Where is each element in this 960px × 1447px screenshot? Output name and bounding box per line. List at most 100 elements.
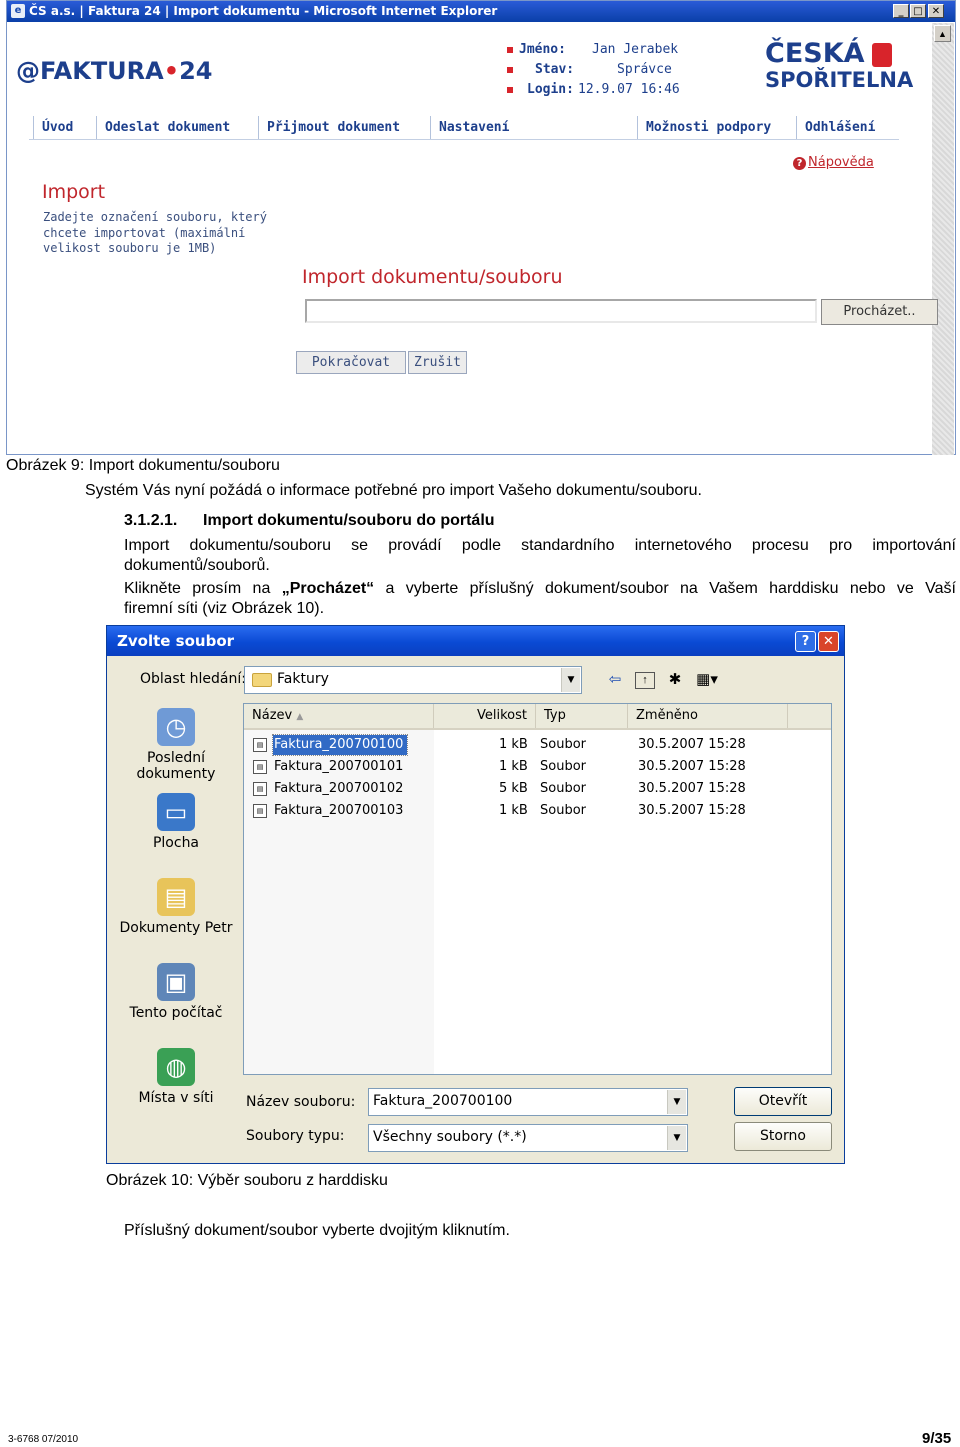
paragraph-line: dokumentů/souborů.	[124, 556, 270, 574]
file-name: Faktura_200700103	[274, 803, 404, 818]
browse-button[interactable]: Procházet..	[821, 299, 938, 325]
import-description: Zadejte označení souboru, který chcete i…	[43, 210, 267, 255]
close-icon[interactable]: ✕	[928, 4, 944, 18]
file-type: Soubor	[540, 803, 586, 818]
nav-item-settings[interactable]: Nastavení	[430, 116, 517, 139]
filename-input[interactable]: Faktura_200700100 ▼	[368, 1088, 688, 1116]
filetype-dropdown[interactable]: Všechny soubory (*.*) ▼	[368, 1124, 688, 1152]
place-network[interactable]: ◍ Místa v síti	[110, 1048, 242, 1106]
place-my-documents[interactable]: ▤ Dokumenty Petr	[110, 878, 242, 936]
place-my-computer[interactable]: ▣ Tento počítač	[110, 963, 242, 1021]
clock-icon: ◷	[157, 708, 195, 746]
help-icon[interactable]: ?	[795, 631, 816, 652]
word: příslušný	[469, 580, 534, 597]
logo-dot: •	[163, 57, 180, 85]
open-button[interactable]: Otevřít	[734, 1087, 832, 1116]
file-type: Soubor	[540, 781, 586, 796]
file-type: Soubor	[540, 759, 586, 774]
place-label: Poslední dokumenty	[136, 750, 216, 782]
paragraph-line: Klikněte prosím na „Procházet“ a vyberte přísl…	[124, 579, 956, 599]
paragraph-line: Import dokumentu/souboru se provádí podle sta…	[124, 536, 956, 556]
file-icon: ▤	[253, 760, 267, 774]
filetype-value: Všechny soubory (*.*)	[373, 1129, 527, 1145]
place-recent-documents[interactable]: ◷ Poslední dokumenty	[110, 708, 242, 782]
place-label: Plocha	[152, 835, 200, 851]
file-icon: ▤	[253, 782, 267, 796]
back-icon[interactable]: ⇦	[605, 670, 625, 690]
place-label: Dokumenty Petr	[119, 920, 233, 936]
network-globe-icon: ◍	[157, 1048, 195, 1086]
word: se	[351, 537, 369, 554]
word: na	[252, 580, 271, 597]
scroll-up-icon[interactable]: ▲	[934, 25, 951, 42]
cancel-button[interactable]: Zrušit	[408, 351, 467, 374]
user-name-label: Jméno:	[519, 42, 566, 57]
intro-paragraph: Systém Vás nyní požádá o informace potře…	[85, 482, 702, 499]
view-menu-icon[interactable]: ▦▾	[694, 670, 720, 690]
column-header-modified[interactable]: Změněno	[628, 704, 788, 728]
file-size: 1 kB	[499, 759, 528, 774]
new-folder-icon[interactable]: ✱	[665, 670, 685, 690]
close-icon[interactable]: ✕	[818, 631, 839, 652]
maximize-icon[interactable]: □	[910, 4, 926, 18]
column-header-size[interactable]: Velikost	[434, 704, 536, 728]
word: dokument/soubor	[545, 580, 669, 597]
dialog-title: Zvolte soubor	[117, 632, 235, 650]
storno-button[interactable]: Storno	[734, 1122, 832, 1151]
nav-item-uvod[interactable]: Úvod	[33, 116, 81, 139]
file-type: Soubor	[540, 737, 586, 752]
chevron-down-icon[interactable]: ▼	[561, 668, 580, 692]
chevron-down-icon[interactable]: ▼	[667, 1126, 686, 1150]
main-navigation: Úvod Odeslat dokument Přijmout dokument …	[29, 116, 899, 140]
up-folder-icon[interactable]: ↑	[635, 672, 655, 689]
word: Klikněte	[124, 580, 181, 597]
column-label: Název	[252, 708, 293, 723]
section-title: Import dokumentu/souboru do portálu	[203, 512, 495, 529]
login-label: Login:	[527, 82, 574, 97]
word: importování	[872, 537, 956, 554]
word: ve	[896, 580, 914, 597]
column-header-type[interactable]: Typ	[536, 704, 628, 728]
place-desktop[interactable]: ▭ Plocha	[110, 793, 242, 851]
section-number: 3.1.2.1.	[124, 512, 178, 529]
help-icon: ?	[793, 157, 806, 170]
word: harddisku	[769, 580, 839, 597]
user-status-label: Stav:	[535, 62, 575, 77]
folder-icon	[252, 673, 272, 687]
filetype-label: Soubory typu:	[246, 1128, 345, 1144]
logo-prefix: @FAKTURA	[16, 57, 164, 85]
file-icon: ▤	[253, 804, 267, 818]
bullet-icon	[507, 47, 513, 53]
column-header-name[interactable]: Název ▲	[244, 704, 434, 728]
look-in-dropdown[interactable]: Faktury ▼	[244, 666, 582, 694]
paragraph-import-process: Import dokumentu/souboru se provádí podle sta…	[124, 536, 956, 575]
nav-item-logout[interactable]: Odhlášení	[796, 116, 883, 139]
nav-item-support[interactable]: Možnosti podpory	[637, 116, 779, 139]
page-number: 9/35	[922, 1430, 952, 1447]
minimize-icon[interactable]: _	[893, 4, 909, 18]
filename-label: Název souboru:	[246, 1094, 356, 1110]
nav-item-receive[interactable]: Přijmout dokument	[258, 116, 408, 139]
faktura24-logo: @FAKTURA•24	[16, 57, 212, 85]
import-subheading: Import dokumentu/souboru	[302, 266, 563, 288]
word: provádí	[388, 537, 442, 554]
file-modified: 30.5.2007 15:28	[638, 759, 746, 774]
paragraph-click-browse: Klikněte prosím na „Procházet“ a vyberte přísl…	[124, 579, 956, 618]
vertical-scrollbar[interactable]: ▲	[932, 23, 954, 455]
figure-9-caption: Obrázek 9: Import dokumentu/souboru	[6, 457, 280, 474]
place-label: Tento počítač	[129, 1005, 223, 1021]
browse-term: „Procházet“	[281, 580, 375, 597]
file-path-input[interactable]	[305, 299, 817, 323]
import-heading: Import	[42, 181, 106, 203]
chevron-down-icon[interactable]: ▼	[667, 1090, 686, 1114]
place-label: Místa v síti	[138, 1090, 214, 1106]
filename-value: Faktura_200700100	[373, 1093, 513, 1109]
word: nebo	[849, 580, 886, 597]
user-status-value: Správce	[617, 62, 672, 77]
dialog-title-bar: Zvolte soubor ? ✕	[107, 626, 844, 656]
bank-logo-line2: SPOŘITELNA	[765, 68, 914, 92]
help-link[interactable]: ? Nápověda	[793, 155, 874, 170]
continue-button[interactable]: Pokračovat	[296, 351, 406, 374]
nav-item-send[interactable]: Odeslat dokument	[96, 116, 238, 139]
word: Vašem	[709, 580, 758, 597]
